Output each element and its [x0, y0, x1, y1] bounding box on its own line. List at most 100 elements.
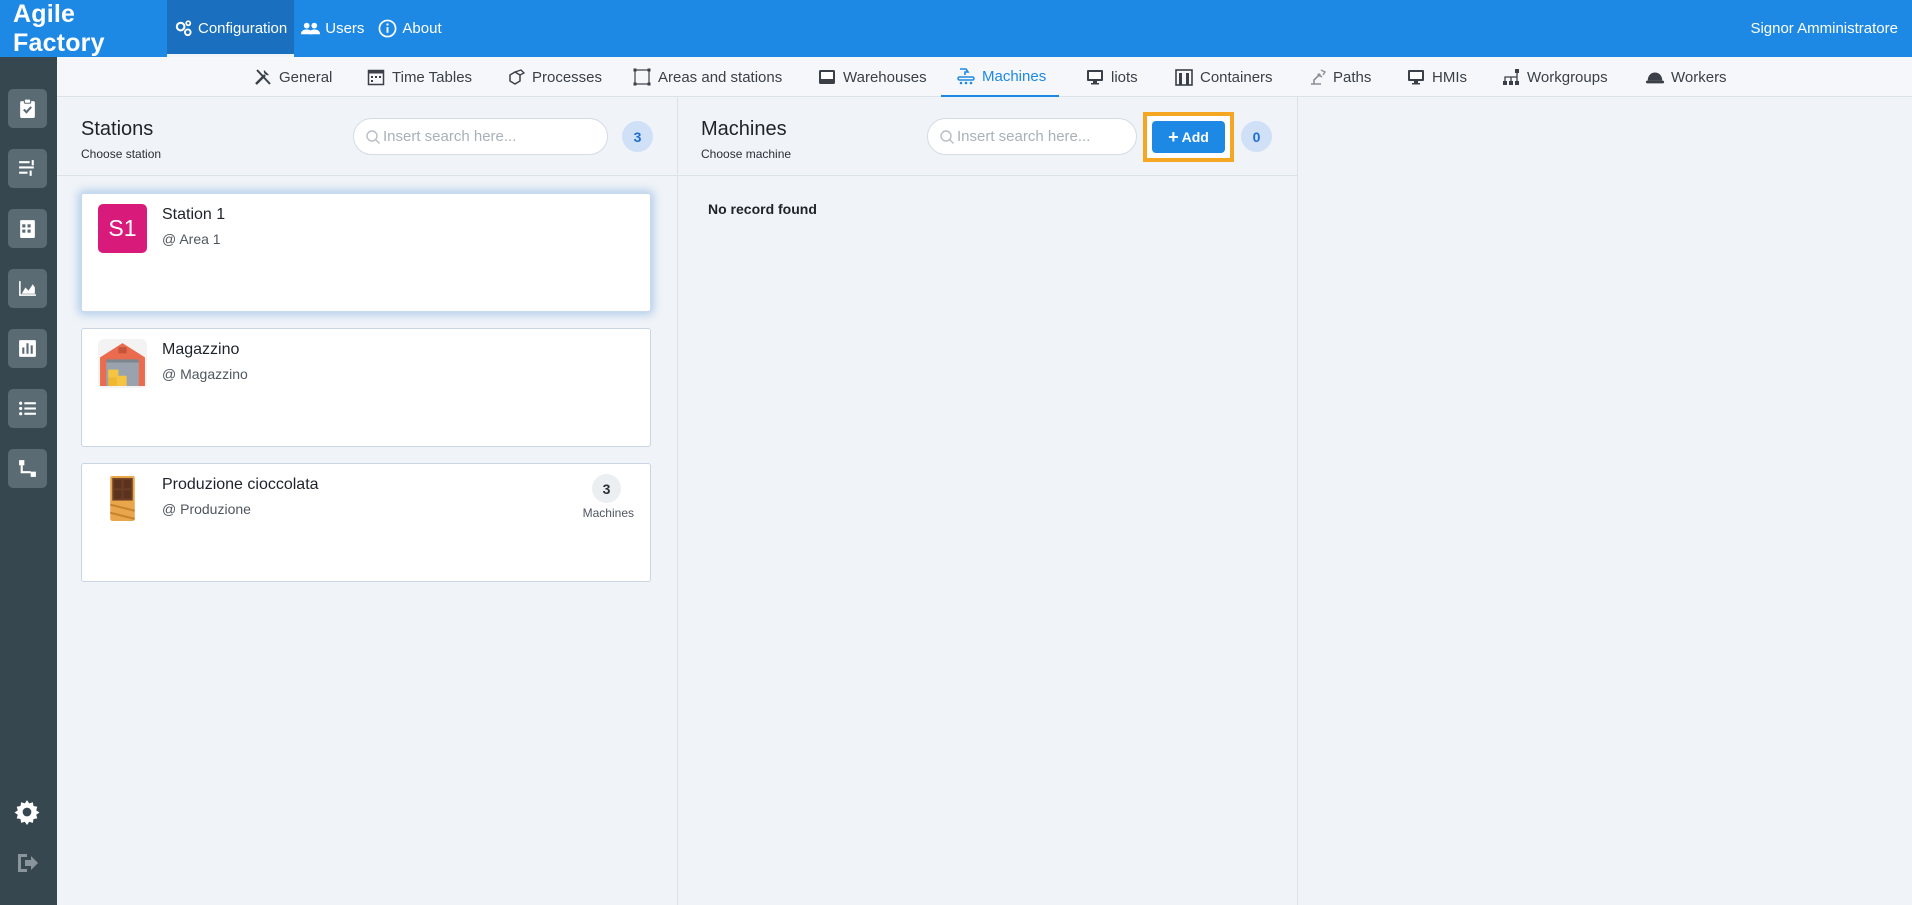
sidebar-item-tasks[interactable]: [8, 89, 47, 128]
tab-containers-label: Containers: [1200, 68, 1273, 86]
empty-state-text: No record found: [708, 201, 817, 217]
tab-areas-stations[interactable]: Areas and stations: [632, 57, 782, 97]
sidebar-item-lists[interactable]: [8, 389, 47, 428]
monitor-icon: [1408, 70, 1424, 85]
sidebar-item-logout[interactable]: [13, 849, 41, 877]
sidebar-item-statistics[interactable]: [8, 269, 47, 308]
tab-hmis[interactable]: HMIs: [1406, 57, 1467, 97]
stations-count-badge: 3: [622, 121, 653, 152]
bar-chart-icon: [19, 340, 36, 357]
cubes-icon: [509, 69, 526, 85]
tasks-icon: [19, 160, 34, 176]
search-icon: [940, 129, 954, 144]
tab-warehouses-label: Warehouses: [843, 68, 927, 86]
station-avatar: S1: [98, 204, 147, 253]
machines-title: Machines: [701, 118, 787, 140]
sidebar-item-reports[interactable]: [8, 329, 47, 368]
nav-about[interactable]: About: [371, 0, 448, 57]
users-icon: [301, 22, 321, 35]
tab-warehouses[interactable]: Warehouses: [817, 57, 927, 97]
machines-search-placeholder: Insert search here...: [957, 128, 1091, 145]
nav-users[interactable]: Users: [294, 0, 371, 57]
tab-paths[interactable]: Paths: [1307, 57, 1371, 97]
tab-containers[interactable]: Containers: [1174, 57, 1273, 97]
stations-subtitle: Choose station: [81, 147, 162, 161]
tab-workers[interactable]: Workers: [1645, 57, 1727, 97]
hard-hat-icon: [1645, 72, 1665, 84]
search-icon: [366, 129, 380, 144]
list-icon: [19, 401, 36, 416]
clipboard-check-icon: [20, 98, 35, 118]
sidebar-item-flows[interactable]: [8, 449, 47, 488]
container-icon: [1175, 69, 1193, 86]
station-name: Station 1: [162, 206, 226, 223]
tab-workgroups-label: Workgroups: [1527, 68, 1608, 86]
add-button-label: Add: [1181, 129, 1209, 145]
tab-general[interactable]: General: [253, 57, 332, 97]
monitor-icon: [1087, 70, 1103, 85]
robot-arm-icon: [1311, 69, 1327, 85]
stations-search-placeholder: Insert search here...: [383, 128, 517, 145]
station-area: @ Produzione: [162, 501, 251, 517]
add-button-highlight: + Add: [1143, 112, 1234, 162]
machines-search-input[interactable]: Insert search here...: [927, 118, 1137, 155]
machines-count-badge: 0: [1241, 121, 1272, 152]
machines-subtitle: Choose machine: [701, 147, 792, 161]
area-chart-icon: [19, 281, 36, 296]
tab-time-tables[interactable]: Time Tables: [366, 57, 472, 97]
gears-icon: [175, 20, 192, 37]
nav-about-label: About: [402, 20, 442, 37]
sidebar-item-settings[interactable]: [13, 798, 41, 826]
tab-processes-label: Processes: [532, 68, 603, 86]
tab-workgroups[interactable]: Workgroups: [1501, 57, 1608, 97]
nav-users-label: Users: [325, 20, 365, 37]
nav-configuration-label: Configuration: [198, 20, 288, 37]
tab-paths-label: Paths: [1333, 68, 1372, 86]
tab-general-label: General: [279, 68, 333, 86]
plus-icon: +: [1168, 127, 1179, 147]
top-nav: Configuration Users About: [167, 0, 449, 57]
stations-title: Stations: [81, 118, 154, 140]
sidebar-item-planning[interactable]: [8, 149, 47, 188]
tab-areas-stations-label: Areas and stations: [658, 68, 783, 86]
stations-header: Stations Choose station Insert search he…: [57, 97, 677, 176]
inbox-icon: [819, 70, 835, 84]
station-name: Magazzino: [162, 341, 240, 358]
station-card-produzione-cioccolata[interactable]: Produzione cioccolata @ Produzione 3 Mac…: [81, 463, 651, 582]
tab-machines-label: Machines: [982, 67, 1047, 85]
tab-hmis-label: HMIs: [1432, 68, 1467, 86]
tools-icon: [255, 69, 271, 85]
sitemap-icon: [1503, 69, 1519, 85]
machines-count-label: Machines: [582, 506, 634, 520]
info-icon: [378, 19, 397, 38]
gear-icon: [14, 800, 40, 825]
flow-icon: [19, 460, 36, 477]
panel-divider: [677, 97, 678, 905]
user-name[interactable]: Signor Amministratore: [1750, 0, 1912, 57]
add-machine-button[interactable]: + Add: [1152, 121, 1225, 153]
chocolate-image: [110, 476, 135, 521]
logout-icon: [18, 854, 38, 872]
panel-divider: [1297, 97, 1298, 905]
sidebar-item-calendar[interactable]: [8, 209, 47, 248]
area-icon: [633, 68, 651, 86]
tab-machines[interactable]: Machines: [941, 57, 1060, 97]
station-area: @ Area 1: [162, 231, 221, 247]
tab-time-tables-label: Time Tables: [392, 68, 473, 86]
app-title: Agile Factory: [13, 0, 105, 57]
machines-count: 3: [592, 474, 621, 503]
station-card-magazzino[interactable]: Magazzino @ Magazzino: [81, 328, 651, 447]
stations-search-input[interactable]: Insert search here...: [353, 118, 608, 155]
machine-icon: [957, 68, 975, 85]
calendar-icon: [20, 220, 35, 238]
tab-processes[interactable]: Processes: [506, 57, 602, 97]
config-tabs: General Time Tables Processes Areas and …: [57, 57, 1912, 97]
station-card-station-1[interactable]: S1 Station 1 @ Area 1: [81, 193, 651, 312]
warehouse-image: [98, 339, 147, 388]
nav-configuration[interactable]: Configuration: [167, 0, 295, 57]
tab-workers-label: Workers: [1671, 68, 1727, 86]
tab-liots[interactable]: liots: [1085, 57, 1138, 97]
station-name: Produzione cioccolata: [162, 476, 319, 493]
tab-liots-label: liots: [1111, 68, 1138, 86]
station-area: @ Magazzino: [162, 366, 248, 382]
